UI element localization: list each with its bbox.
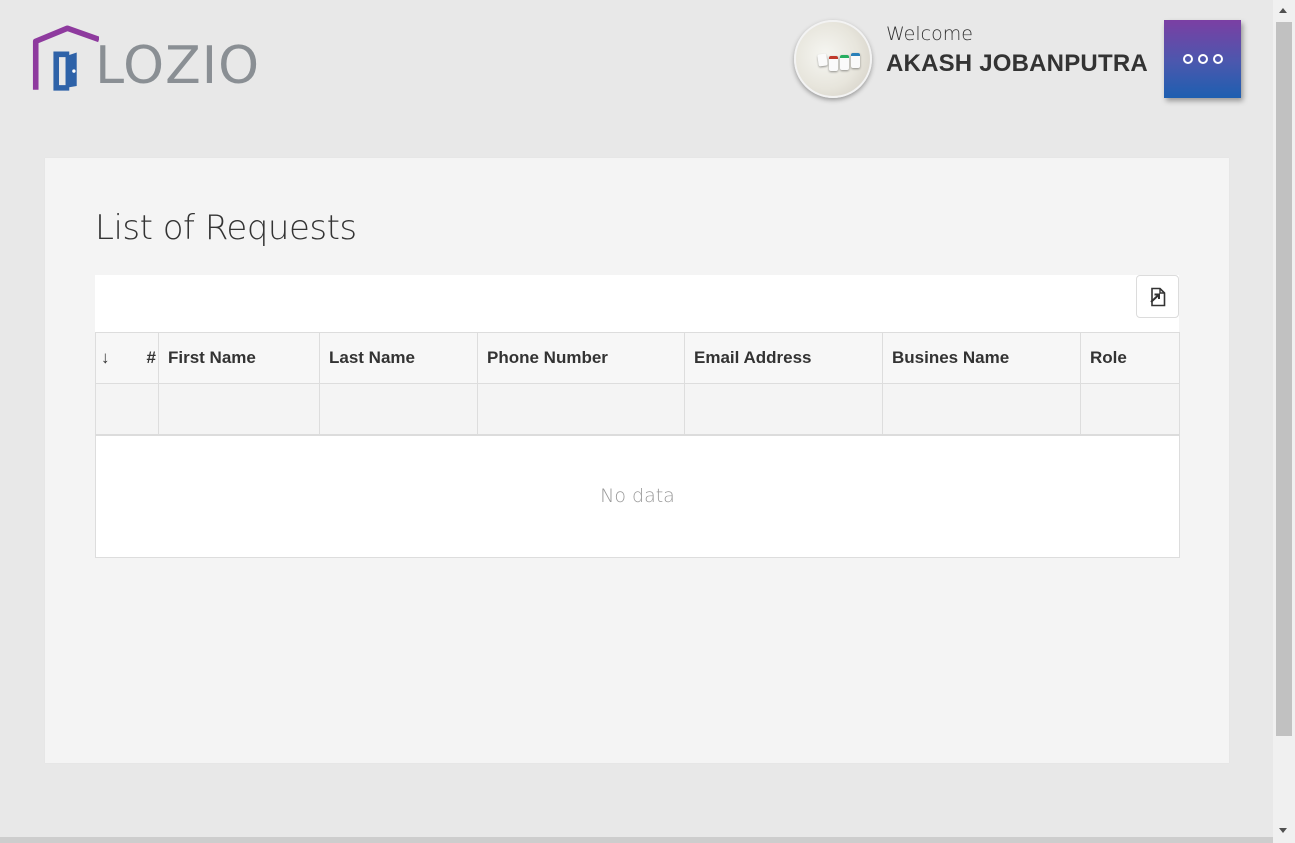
column-header-email-address[interactable]: Email Address (684, 332, 883, 384)
vertical-scrollbar[interactable] (1273, 0, 1295, 843)
house-logo-icon (32, 25, 100, 91)
filter-cell-phone-number[interactable] (477, 383, 685, 436)
avatar-key (840, 55, 849, 70)
column-header-role[interactable]: Role (1080, 332, 1180, 384)
column-header-last-name[interactable]: Last Name (319, 332, 478, 384)
export-button[interactable] (1136, 275, 1179, 318)
filter-cell-index (95, 383, 159, 436)
scroll-down-icon[interactable] (1279, 828, 1287, 833)
header-row: ↓ # First Name Last Name Phone Number Em… (95, 332, 1180, 384)
export-file-icon (1149, 287, 1165, 306)
filter-cell-email-address[interactable] (684, 383, 883, 436)
filter-row (95, 383, 1180, 436)
user-avatar[interactable] (794, 20, 872, 98)
grid-toolbar (95, 275, 1179, 332)
avatar-key (817, 53, 828, 67)
logo[interactable]: LOZIO (32, 22, 260, 96)
filter-cell-business-name[interactable] (882, 383, 1081, 436)
more-dots-icon (1212, 54, 1223, 64)
horizontal-scrollbar-track (0, 837, 1273, 843)
more-menu-button[interactable] (1164, 20, 1241, 98)
avatar-key (829, 56, 838, 71)
more-dots-icon (1197, 54, 1208, 64)
filter-cell-role[interactable] (1080, 383, 1180, 436)
filter-cell-first-name[interactable] (158, 383, 320, 436)
logo-text: LOZIO (95, 36, 260, 96)
empty-row: No data (95, 434, 1180, 558)
column-header-business-name[interactable]: Busines Name (882, 332, 1081, 384)
index-symbol: # (146, 348, 156, 367)
sort-arrow-icon[interactable]: ↓ (101, 348, 110, 368)
more-dots-icon (1182, 54, 1193, 64)
requests-table: ↓ # First Name Last Name Phone Number Em… (95, 332, 1180, 558)
avatar-key (851, 53, 860, 68)
column-header-index[interactable]: ↓ # (95, 332, 159, 384)
content-card: List of Requests ↓ # First Name Last Nam… (45, 158, 1229, 763)
user-name: AKASH JOBANPUTRA (886, 50, 1148, 77)
filter-cell-last-name[interactable] (319, 383, 478, 436)
welcome-label: Welcome (886, 23, 973, 45)
page-title: List of Requests (95, 208, 357, 248)
column-header-first-name[interactable]: First Name (158, 332, 320, 384)
requests-grid: ↓ # First Name Last Name Phone Number Em… (95, 275, 1180, 558)
no-data-message: No data (95, 434, 1180, 558)
column-header-phone-number[interactable]: Phone Number (477, 332, 685, 384)
scroll-up-icon[interactable] (1279, 8, 1287, 13)
page: LOZIO Welcome AKASH JOBANPUTRA List of R… (0, 0, 1295, 843)
scrollbar-thumb[interactable] (1276, 22, 1292, 736)
